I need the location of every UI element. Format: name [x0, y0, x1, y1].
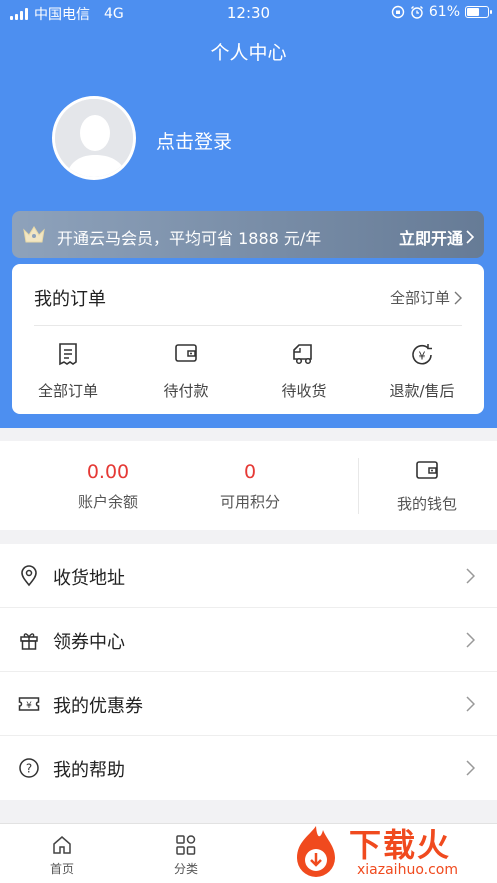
divider — [358, 458, 359, 514]
chevron-right-icon — [466, 632, 475, 648]
watermark-url: xiazaihuo.com — [357, 862, 458, 878]
order-pending-payment-button[interactable]: 待付款 — [127, 342, 245, 401]
order-pending-receipt-label: 待收货 — [281, 382, 327, 400]
menu-item-label: 我的帮助 — [53, 760, 125, 781]
order-pending-payment-label: 待付款 — [163, 382, 209, 400]
menu-item-address[interactable]: 收货地址 — [0, 544, 497, 608]
tab-home-label: 首页 — [49, 862, 74, 876]
order-refund-button[interactable]: ¥ 退款/售后 — [363, 342, 481, 401]
points-value: 0 — [243, 461, 257, 483]
chevron-right-icon — [466, 568, 475, 584]
gift-icon — [20, 633, 38, 650]
alarm-icon — [410, 6, 423, 19]
my-wallet-button[interactable]: 我的钱包 — [362, 459, 492, 514]
orientation-lock-icon — [391, 5, 405, 19]
divider — [34, 325, 462, 326]
tab-home[interactable]: 首页 — [22, 834, 102, 877]
status-bar: 中国电信 4G 12:30 61% — [0, 0, 497, 26]
balance-stat[interactable]: 0.00 账户余额 — [43, 461, 173, 512]
points-stat[interactable]: 0 可用积分 — [185, 461, 315, 512]
balance-value: 0.00 — [86, 461, 130, 483]
watermark-logo: 下载火 xiazaihuo.com — [287, 818, 497, 883]
page-title: 个人中心 — [210, 42, 287, 64]
menu-item-label: 我的优惠券 — [53, 696, 143, 717]
points-label: 可用积分 — [219, 493, 280, 511]
crown-icon — [22, 224, 46, 250]
avatar[interactable] — [52, 96, 136, 180]
watermark-text: 下载火 — [349, 826, 452, 864]
orders-title: 我的订单 — [34, 289, 106, 310]
order-pending-receipt-button[interactable]: 待收货 — [245, 342, 363, 401]
balance-label: 账户余额 — [77, 493, 138, 511]
chevron-right-icon — [466, 760, 475, 776]
settings-menu: 收货地址 领券中心 ¥ 我的优惠券 ? 我的帮助 — [0, 544, 497, 800]
login-link[interactable]: 点击登录 — [156, 127, 232, 154]
vip-banner[interactable]: 开通云马会员，平均可省 1888 元/年 立即开通 — [12, 211, 484, 258]
tab-category[interactable]: 分类 — [146, 834, 226, 877]
battery-percent: 61% — [428, 4, 460, 20]
menu-item-help[interactable]: ? 我的帮助 — [0, 736, 497, 800]
all-orders-link[interactable]: 全部订单 — [390, 287, 462, 308]
home-icon — [53, 836, 71, 854]
wallet-icon — [175, 344, 197, 362]
my-wallet-label: 我的钱包 — [396, 495, 457, 513]
orders-card: 我的订单 全部订单 全部订单 待付款 待收货 ¥ 退款/售后 — [12, 264, 484, 414]
svg-text:¥: ¥ — [419, 350, 426, 363]
tab-category-label: 分类 — [173, 862, 198, 876]
order-all-button[interactable]: 全部订单 — [9, 342, 127, 401]
menu-item-label: 领券中心 — [53, 632, 125, 653]
menu-item-label: 收货地址 — [53, 568, 125, 589]
menu-item-coupon-center[interactable]: 领券中心 — [0, 608, 497, 672]
svg-text:?: ? — [26, 762, 32, 776]
all-orders-link-label: 全部订单 — [389, 289, 450, 307]
help-icon: ? — [19, 758, 39, 778]
menu-item-my-coupons[interactable]: ¥ 我的优惠券 — [0, 672, 497, 736]
order-list-icon — [59, 343, 77, 366]
svg-text:¥: ¥ — [26, 701, 32, 711]
watermark-flame-icon — [297, 826, 335, 877]
vip-open-button[interactable]: 立即开通 — [399, 225, 474, 249]
refund-icon: ¥ — [412, 344, 432, 365]
location-icon — [21, 565, 37, 587]
coupon-icon: ¥ — [18, 697, 40, 711]
chevron-right-icon — [466, 696, 475, 712]
category-icon — [176, 835, 196, 855]
vip-promo-text: 开通云马会员，平均可省 1888 元/年 — [57, 229, 322, 248]
account-stats: 0.00 账户余额 0 可用积分 我的钱包 — [0, 441, 497, 530]
vip-open-label: 立即开通 — [398, 229, 463, 248]
order-refund-label: 退款/售后 — [389, 382, 455, 400]
battery-icon — [465, 6, 492, 18]
chevron-right-icon — [466, 230, 474, 244]
wallet-icon — [416, 461, 438, 479]
chevron-right-icon — [454, 291, 462, 304]
order-all-label: 全部订单 — [37, 382, 98, 400]
truck-icon — [293, 344, 312, 365]
